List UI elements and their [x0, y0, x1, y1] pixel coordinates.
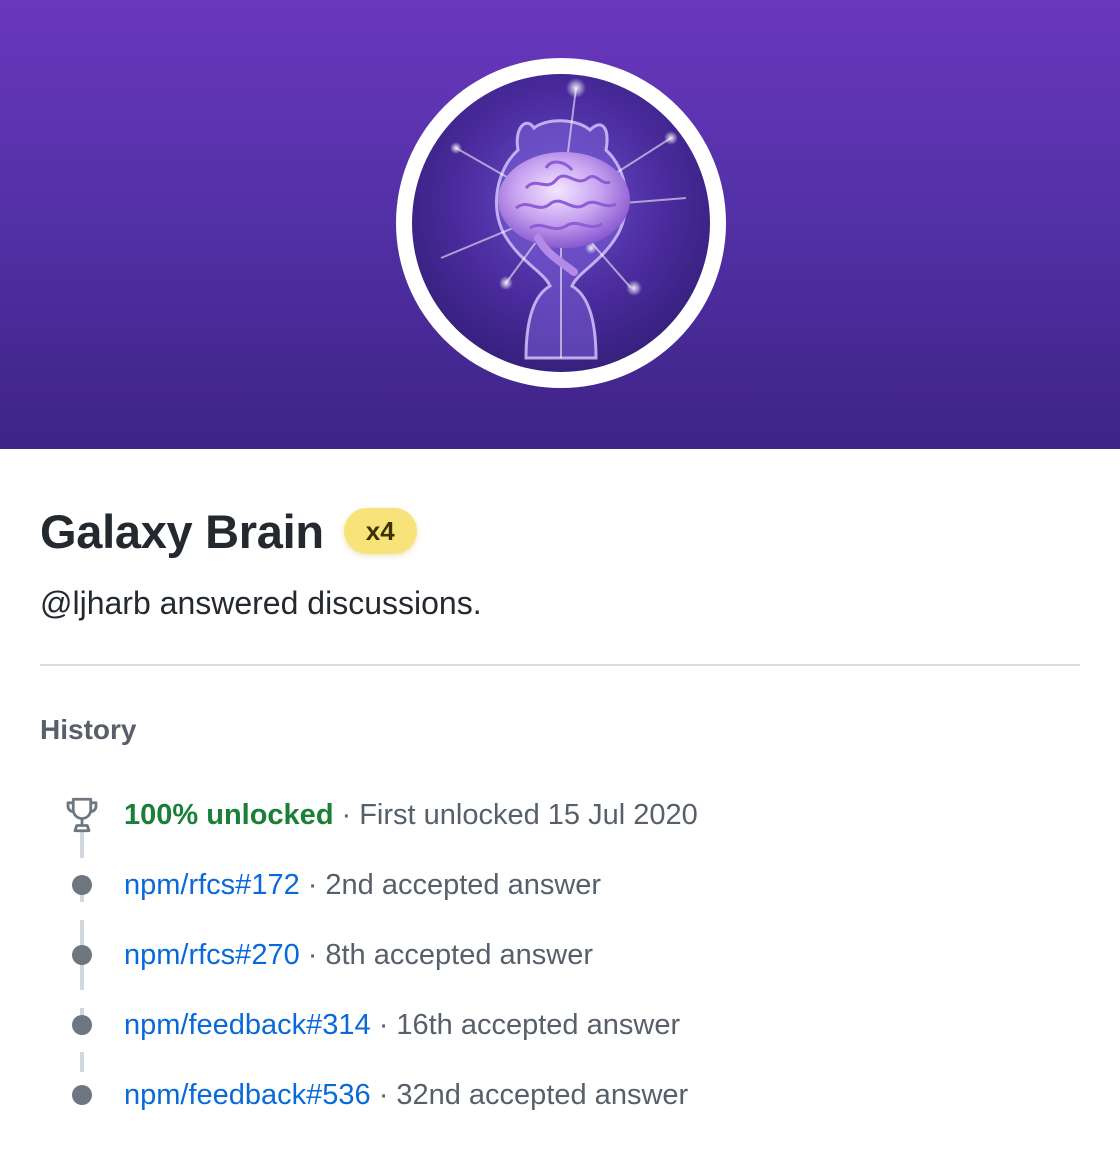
title-row: Galaxy Brain x4 — [40, 501, 1080, 561]
discussion-link[interactable]: npm/feedback#536 — [124, 1079, 371, 1112]
separator: · — [378, 1078, 389, 1111]
discussion-link[interactable]: npm/rfcs#270 — [124, 939, 300, 972]
timeline-dot-wrapper — [40, 850, 124, 920]
history-item-unlocked: 100% unlocked · First unlocked 15 Jul 20… — [40, 780, 1080, 850]
timeline-dot-wrapper — [40, 920, 124, 990]
unlocked-status: 100% unlocked — [124, 798, 334, 831]
unlocked-date: First unlocked 15 Jul 2020 — [359, 798, 698, 831]
timeline-dot-icon — [72, 1085, 92, 1105]
achievement-description: @ljharb answered discussions. — [40, 585, 482, 621]
answer-rank: 2nd accepted answer — [325, 868, 602, 901]
achievement-banner — [0, 0, 1120, 449]
answer-rank: 32nd accepted answer — [396, 1078, 689, 1111]
divider — [40, 664, 1080, 666]
history-item: npm/feedback#536 · 32nd accepted answer — [40, 1060, 1080, 1130]
history-heading: History — [40, 714, 137, 745]
timeline-dot-icon — [72, 875, 92, 895]
trophy-icon-wrapper — [40, 780, 124, 850]
achievement-details: Galaxy Brain x4 @ljharb answered discuss… — [0, 501, 1120, 1130]
history-item: npm/rfcs#172 · 2nd accepted answer — [40, 850, 1080, 920]
achievement-title: Galaxy Brain — [40, 504, 324, 558]
answer-rank: 16th accepted answer — [396, 1008, 681, 1041]
history-item: npm/feedback#314 · 16th accepted answer — [40, 990, 1080, 1060]
separator: · — [307, 868, 318, 901]
history-timeline: 100% unlocked · First unlocked 15 Jul 20… — [40, 780, 1080, 1130]
separator: · — [307, 938, 318, 971]
answer-rank: 8th accepted answer — [325, 938, 593, 971]
timeline-dot-wrapper — [40, 990, 124, 1060]
timeline-dot-icon — [72, 1015, 92, 1035]
discussion-link[interactable]: npm/rfcs#172 — [124, 869, 300, 902]
history-item: npm/rfcs#270 · 8th accepted answer — [40, 920, 1080, 990]
separator: · — [378, 1008, 389, 1041]
timeline-dot-icon — [72, 945, 92, 965]
discussion-link[interactable]: npm/feedback#314 — [124, 1009, 371, 1042]
galaxy-brain-achievement-icon — [396, 58, 726, 388]
tier-badge: x4 — [343, 508, 417, 554]
trophy-icon — [66, 797, 98, 833]
separator: · — [341, 798, 352, 831]
timeline-dot-wrapper — [40, 1060, 124, 1130]
